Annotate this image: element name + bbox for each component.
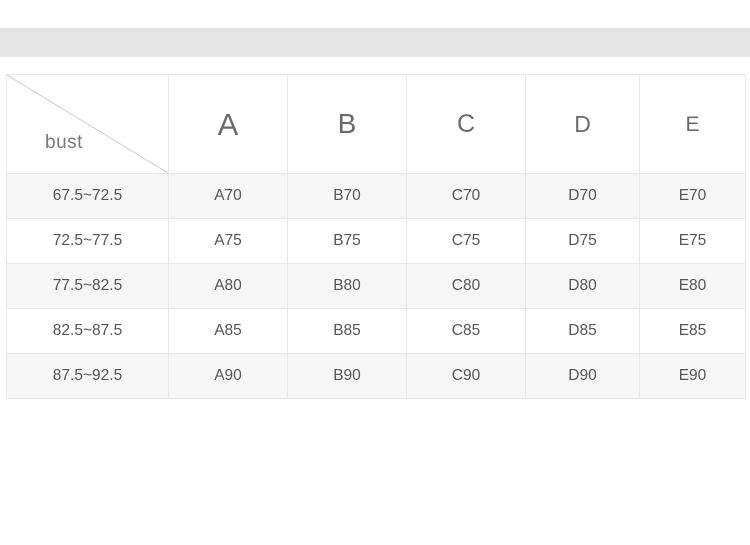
table-row: 77.5~82.5 A80 B80 C80 D80 E80 — [6, 263, 746, 309]
size-cell: B90 — [287, 353, 407, 399]
cup-header-label: D — [574, 110, 591, 137]
cup-header-label: A — [217, 106, 239, 142]
cup-header-label: E — [685, 112, 700, 136]
table-header-row: bust A B C D E — [6, 74, 746, 174]
size-cell: A70 — [168, 173, 288, 219]
corner-header-label: bust — [45, 132, 83, 153]
size-cell: E85 — [639, 308, 746, 354]
size-cell: A85 — [168, 308, 288, 354]
size-cell: B75 — [287, 218, 407, 264]
size-cell: C90 — [406, 353, 526, 399]
size-cell: A90 — [168, 353, 288, 399]
size-cell: E75 — [639, 218, 746, 264]
bra-size-chart-table: bust A B C D E 67.5~72.5 A70 B70 C70 D70 — [6, 74, 746, 399]
cup-header-label: C — [456, 109, 476, 138]
size-cell: E90 — [639, 353, 746, 399]
cup-header-label: B — [337, 108, 357, 139]
corner-header-cell: bust — [6, 74, 169, 174]
table-row: 87.5~92.5 A90 B90 C90 D90 E90 — [6, 353, 746, 399]
size-cell: D70 — [525, 173, 640, 219]
size-cell: E70 — [639, 173, 746, 219]
table-row: 82.5~87.5 A85 B85 C85 D85 E85 — [6, 308, 746, 354]
top-banner — [0, 28, 750, 57]
column-header-cup-c: C — [406, 74, 526, 174]
column-header-cup-e: E — [639, 74, 746, 174]
table-row: 67.5~72.5 A70 B70 C70 D70 E70 — [6, 173, 746, 219]
size-cell: C70 — [406, 173, 526, 219]
size-cell: D75 — [525, 218, 640, 264]
bust-range-cell: 87.5~92.5 — [6, 353, 169, 399]
size-cell: C75 — [406, 218, 526, 264]
column-header-cup-b: B — [287, 74, 407, 174]
size-cell: B70 — [287, 173, 407, 219]
size-cell: D90 — [525, 353, 640, 399]
size-cell: E80 — [639, 263, 746, 309]
bust-range-cell: 82.5~87.5 — [6, 308, 169, 354]
size-cell: D85 — [525, 308, 640, 354]
size-cell: C80 — [406, 263, 526, 309]
size-cell: D80 — [525, 263, 640, 309]
size-cell: A80 — [168, 263, 288, 309]
size-cell: B85 — [287, 308, 407, 354]
bust-range-cell: 77.5~82.5 — [6, 263, 169, 309]
bust-range-cell: 67.5~72.5 — [6, 173, 169, 219]
bust-range-cell: 72.5~77.5 — [6, 218, 169, 264]
size-cell: B80 — [287, 263, 407, 309]
column-header-cup-d: D — [525, 74, 640, 174]
size-cell: A75 — [168, 218, 288, 264]
size-cell: C85 — [406, 308, 526, 354]
table-row: 72.5~77.5 A75 B75 C75 D75 E75 — [6, 218, 746, 264]
column-header-cup-a: A — [168, 74, 288, 174]
diagonal-split-line-icon — [7, 75, 168, 173]
